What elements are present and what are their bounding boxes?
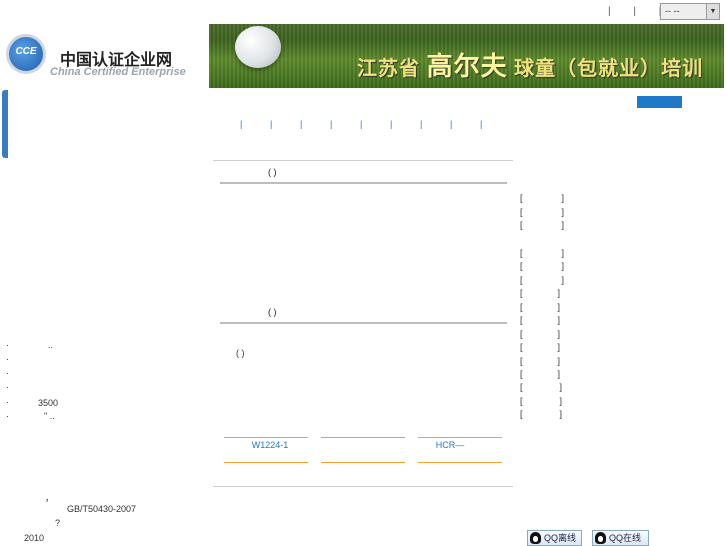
golf-ball-icon [235, 26, 281, 68]
blue-tab-button[interactable] [637, 96, 682, 108]
chevron-down-icon[interactable]: ▼ [706, 4, 719, 19]
language-select[interactable]: -- -- ▼ [660, 3, 720, 20]
left-list-bullet: · [6, 382, 9, 392]
left-list-text[interactable]: .. [48, 340, 53, 350]
nav-separator: | [330, 119, 333, 129]
left-text-question: ? [55, 518, 61, 528]
left-text-comma: ， [45, 493, 55, 503]
left-list-bullet: · [6, 397, 9, 407]
nav-separator: | [300, 119, 303, 129]
left-list-bullet: · [6, 368, 9, 378]
banner-headline: 江苏省 高尔夫 球童（包就业）培训 [357, 46, 703, 83]
nav-separator: | [480, 119, 483, 129]
language-select-value: -- -- [665, 6, 680, 16]
nav-separator: | [270, 119, 273, 129]
nav-separator: | [420, 119, 423, 129]
qq-online-label: QQ在线 [609, 533, 642, 543]
section-title-1: ( ) [268, 167, 277, 177]
section-rule [220, 182, 507, 184]
golf-banner: 江苏省 高尔夫 球童（包就业）培训 [209, 24, 724, 88]
left-list-text[interactable]: 3500 [38, 398, 58, 408]
left-list-bullet: · [6, 340, 9, 350]
qq-online-button[interactable]: QQ在线 [592, 530, 649, 546]
section-text: ( ) [236, 348, 245, 358]
divider [213, 486, 513, 487]
left-list-bullet: · [6, 354, 9, 364]
site-logo[interactable]: CCE 中国认证企业网 China Certified Enterprise [4, 28, 204, 86]
left-accent-bar [2, 90, 8, 158]
nav-separator: | [360, 119, 363, 129]
logo-badge-text: CCE [15, 46, 37, 57]
qq-penguin-icon [595, 532, 606, 544]
left-list-bullet: · [6, 411, 9, 421]
logo-english-name: China Certified Enterprise [50, 66, 186, 78]
left-list-text[interactable]: " .. [44, 411, 55, 421]
banner-province: 江苏省 [357, 58, 420, 80]
product-tab-link[interactable]: W1224-1 [228, 440, 312, 450]
section-rule [220, 322, 507, 324]
qq-offline-button[interactable]: QQ离线 [527, 530, 582, 546]
nav-separator: | [390, 119, 393, 129]
section-title-2: ( ) [268, 307, 277, 317]
banner-caddie-training: 球童（包就业）培训 [514, 58, 704, 80]
left-text-standard: GB/T50430-2007 [67, 504, 137, 514]
divider [213, 160, 513, 161]
tab-bottom-line [321, 462, 405, 463]
tab-bottom-line [224, 462, 308, 463]
banner-golf: 高尔夫 [426, 51, 508, 81]
tab-top-line [418, 437, 502, 438]
qq-offline-label: QQ离线 [544, 533, 577, 543]
tab-top-line [321, 437, 405, 438]
qq-penguin-icon [530, 532, 541, 544]
tab-bottom-line [418, 462, 502, 463]
nav-separator: | [240, 119, 243, 129]
nav-separator: | [450, 119, 453, 129]
tab-top-line [224, 437, 308, 438]
left-text-year: 2010 [24, 533, 45, 543]
product-tab-link[interactable]: HCR— [408, 440, 492, 450]
